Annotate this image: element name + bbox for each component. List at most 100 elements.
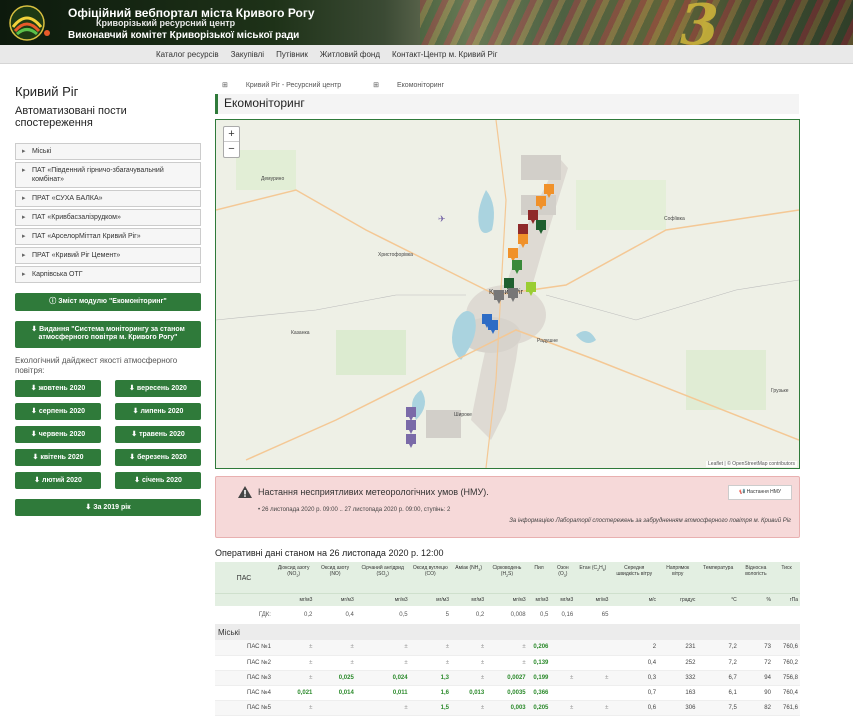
sidebar-item-southern-gok[interactable]: ПАТ «Південний гірничо-збагачувальний ко… <box>15 162 201 188</box>
sidebar-item-city[interactable]: Міські <box>15 143 201 160</box>
table-cell <box>575 685 611 701</box>
table-cell: 1,6 <box>409 685 452 701</box>
nav-item-catalog[interactable]: Каталог ресурсів <box>150 45 225 64</box>
month-label: жовтень 2020 <box>38 385 86 392</box>
col-header-co: Оксид вуглецю (CO) <box>409 562 452 593</box>
site-header: 3 Офіційний вебпортал міста Кривого Рогу… <box>0 0 853 45</box>
map-zoom-control: + − <box>223 126 240 158</box>
digest-button-may-2020[interactable]: ⬇ травень 2020 <box>115 426 201 443</box>
table-header-row: ПАС Діоксид азоту (NO2) Оксид азоту (NO)… <box>215 562 800 593</box>
table-cell: 760,6 <box>772 640 800 656</box>
table-cell: 0,7 <box>610 685 659 701</box>
col-header-pressure: Тиск <box>772 562 800 593</box>
station-name[interactable]: ПАС №4 <box>215 685 273 701</box>
city-logo-icon[interactable] <box>5 3 61 43</box>
table-cell: 82 <box>738 700 773 716</box>
nav-item-contact-center[interactable]: Контакт-Центр м. Кривий Ріг <box>386 45 504 64</box>
table-cell: 7,2 <box>697 640 739 656</box>
nav-item-guide[interactable]: Путівник <box>270 45 314 64</box>
table-cell: 7,5 <box>697 700 739 716</box>
nmu-info-button[interactable]: 📢 Настання НМУ <box>728 485 792 500</box>
table-cell <box>550 685 576 701</box>
digest-button-sep-2020[interactable]: ⬇ вересень 2020 <box>115 380 201 397</box>
top-navbar: Каталог ресурсів Закупівлі Путівник Житл… <box>0 45 853 64</box>
section-label: Міські <box>215 624 800 640</box>
table-cell: 7,2 <box>697 655 739 671</box>
col-header-humidity: Відносна вологість <box>738 562 773 593</box>
table-cell: ± <box>550 700 576 716</box>
table-cell: ± <box>272 670 315 686</box>
header-decoration: 3 <box>680 0 719 45</box>
home-icon: ⊞ <box>222 82 230 89</box>
month-label: травень 2020 <box>139 431 185 438</box>
table-cell: ± <box>575 670 611 686</box>
station-name[interactable]: ПАС №2 <box>215 655 273 671</box>
zoom-in-button[interactable]: + <box>224 127 239 142</box>
digest-button-mar-2020[interactable]: ⬇ березень 2020 <box>115 449 201 466</box>
table-row[interactable]: ПАС №1 ± ± ± ± ± ±0,206 2 231 7,2 73 760,6 <box>215 640 800 656</box>
sidebar-item-arcelormittal[interactable]: ПАТ «АрселорМіттал Кривий Ріг» <box>15 228 201 245</box>
operational-data-title: Оперативні дані станом на 26 листопада 2… <box>215 548 444 558</box>
header-subtitle: Криворізький ресурсний центр <box>96 18 236 28</box>
digest-button-jul-2020[interactable]: ⬇ липень 2020 <box>115 403 201 420</box>
digest-button-aug-2020[interactable]: ⬇ серпень 2020 <box>15 403 101 420</box>
table-body: ПАС №1 ± ± ± ± ± ±0,206 2 231 7,2 73 760,6 ПАС №2 ± ± ±… <box>215 640 800 716</box>
monitoring-map[interactable]: Кривий Ріг Христофорівка Софіївка Радушн… <box>215 119 800 469</box>
table-cell: 306 <box>658 700 698 716</box>
sidebar-item-label: Карпівська ОТГ <box>32 271 83 278</box>
table-row[interactable]: ПАС №2 ± ± ± ± ± ±0,139 0,4 252 7,2 72 760,2 <box>215 655 800 671</box>
table-cell: ± <box>409 655 452 671</box>
table-cell: ± <box>272 700 315 716</box>
publication-download-label: Видання "Система моніторингу за станом а… <box>38 326 185 341</box>
station-name[interactable]: ПАС №3 <box>215 670 273 686</box>
sidebar-item-karpivska[interactable]: Карпівська ОТГ <box>15 266 201 283</box>
year-2019-button[interactable]: ⬇ За 2019 рік <box>15 499 201 516</box>
digest-button-jan-2020[interactable]: ⬇ січень 2020 <box>115 472 201 489</box>
download-icon: ⬇ <box>134 477 141 484</box>
table-cell <box>550 655 576 671</box>
digest-button-jun-2020[interactable]: ⬇ червень 2020 <box>15 426 101 443</box>
table-cell: 0,206 <box>527 640 551 656</box>
sidebar-item-cement[interactable]: ПРАТ «Кривий Ріг Цемент» <box>15 247 201 264</box>
sidebar-item-label: ПАТ «Південний гірничо-збагачувальний ко… <box>32 167 164 183</box>
table-cell: 0,205 <box>527 700 551 716</box>
digest-button-oct-2020[interactable]: ⬇ жовтень 2020 <box>15 380 101 397</box>
breadcrumb-item-home[interactable]: ⊞ Кривий Ріг - Ресурсний центр <box>222 81 357 89</box>
alert-date-text: 26 листопада 2020 р. 09:00 .. 27 листопа… <box>261 507 451 513</box>
table-cell: ± <box>451 640 487 656</box>
header-banner-image <box>420 0 853 45</box>
table-cell: 0,0035 <box>486 685 528 701</box>
nmu-alert: Настання несприятливих метеорологічних у… <box>215 476 800 538</box>
map-canvas[interactable]: Кривий Ріг Христофорівка Софіївка Радушн… <box>216 120 799 468</box>
table-row[interactable]: ПАС №5 ± ±1,5 ±0,003 0,205 ± ±0,6 306 7,5 82 761,6 <box>215 700 800 716</box>
sidebar-item-label: ПРАТ «СУХА БАЛКА» <box>32 195 103 202</box>
download-icon: ⬇ <box>34 477 41 484</box>
breadcrumb-item-ecomonitoring[interactable]: ⊞ Екомоніторинг <box>373 81 460 89</box>
table-row[interactable]: ПАС №3 ±0,025 0,024 1,3 ±0,0027 0,199 ± ±0,3 332… <box>215 670 800 686</box>
table-cell: ± <box>451 655 487 671</box>
nav-item-housing[interactable]: Житловий фонд <box>314 45 386 64</box>
map-attribution[interactable]: Leaflet | © OpenStreetMap contributors <box>706 461 797 467</box>
table-cell: 90 <box>738 685 773 701</box>
station-name[interactable]: ПАС №1 <box>215 640 273 656</box>
digest-button-feb-2020[interactable]: ⬇ лютий 2020 <box>15 472 101 489</box>
map-label-sofiivka: Софіївка <box>664 216 685 222</box>
nav-item-procurement[interactable]: Закупівлі <box>225 45 271 64</box>
table-cell: ± <box>451 670 487 686</box>
sidebar-item-sukha-balka[interactable]: ПРАТ «СУХА БАЛКА» <box>15 190 201 207</box>
module-contents-button[interactable]: ⓘ Зміст модулю "Екомоніторинг" <box>15 293 201 311</box>
table-cell: 1,3 <box>409 670 452 686</box>
station-name[interactable]: ПАС №5 <box>215 700 273 716</box>
zoom-out-button[interactable]: − <box>224 142 239 157</box>
table-cell: 756,8 <box>772 670 800 686</box>
sidebar-item-kryvbaszalizrudkom[interactable]: ПАТ «Кривбасзалізрудком» <box>15 209 201 226</box>
digest-button-apr-2020[interactable]: ⬇ квітень 2020 <box>15 449 101 466</box>
table-cell: ± <box>272 640 315 656</box>
map-label-shyroke: Широке <box>454 412 472 418</box>
table-row[interactable]: ПАС №4 0,021 0,014 0,011 1,6 0,013 0,0035 0,366… <box>215 685 800 701</box>
nmu-info-label: Настання НМУ <box>746 489 782 495</box>
col-header-wind-direction: Напрямок вітру <box>658 562 698 593</box>
publication-download-button[interactable]: ⬇ Видання "Система моніторингу за станом … <box>15 321 201 348</box>
col-header-h2s: Сірководень (H2S) <box>486 562 528 593</box>
table-cell: ± <box>550 670 576 686</box>
